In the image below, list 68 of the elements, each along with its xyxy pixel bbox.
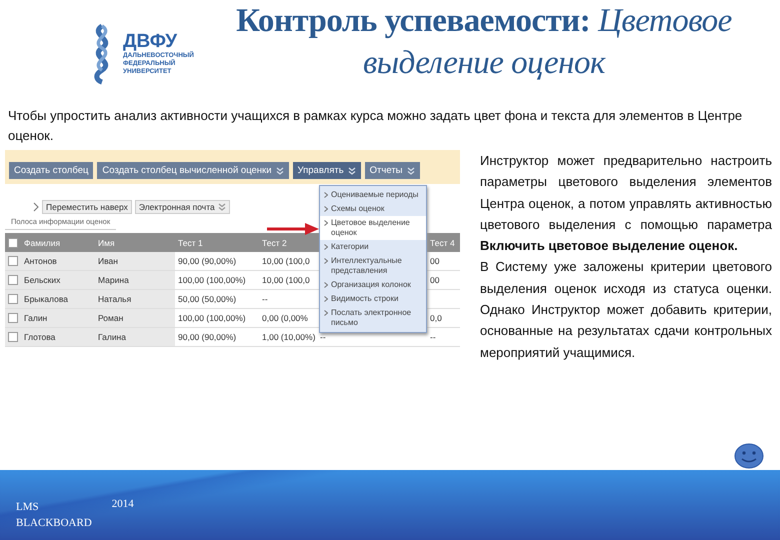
table-cell: 1,00 (10,00%)	[259, 328, 317, 346]
table-cell: 90,00 (90,00%)	[175, 252, 259, 270]
checkbox[interactable]	[8, 332, 18, 342]
table-cell: 00	[430, 256, 440, 266]
footer-year: 2014	[112, 498, 134, 510]
table-cell: Галин	[21, 308, 95, 328]
logo-acronym: ДВФУ	[123, 32, 178, 52]
table-cell: Глотова	[21, 328, 95, 346]
checkbox[interactable]	[8, 238, 18, 248]
chevron-icon	[324, 310, 328, 316]
intro-paragraph: Чтобы упростить анализ активности учащихся в рамках курса можно задать цвет фона и текста для элементов в Центре оценок.	[8, 107, 744, 145]
menu-item[interactable]: Послать электронное письмо	[320, 306, 426, 330]
action-button[interactable]: Переместить наверх	[42, 200, 132, 214]
action-button[interactable]: Электронная почта	[134, 200, 230, 214]
chevron-icon	[324, 282, 328, 288]
table-cell: 100,00 (100,00%)	[175, 270, 259, 290]
chevron-icon	[324, 220, 328, 226]
menu-item[interactable]: Цветовое выделение оценок	[320, 216, 426, 240]
table-cell: Антонов	[21, 252, 95, 270]
table-cell: Брыкалова	[21, 290, 95, 308]
chevron-icon	[324, 192, 328, 198]
table-cell: 00	[430, 275, 440, 285]
double-chevron-icon	[276, 166, 284, 174]
table-cell: Роман	[95, 308, 175, 328]
table-cell: --	[320, 332, 326, 342]
double-chevron-icon	[218, 203, 226, 211]
menu-item[interactable]: Категории	[320, 240, 426, 254]
table-cell: 10,00 (100,0	[259, 252, 317, 270]
double-chevron-icon	[406, 166, 414, 174]
checkbox[interactable]	[8, 256, 18, 266]
menu-item[interactable]: Интеллектуальные представления	[320, 254, 426, 278]
table-cell: Иван	[95, 252, 175, 270]
menu-item[interactable]: Видимость строки	[320, 292, 426, 306]
toolbar-button[interactable]: Создать столбец вычисленной оценки	[97, 162, 289, 179]
table-cell: 10,00 (100,0	[259, 270, 317, 290]
chevron-icon	[324, 244, 328, 250]
table-cell: 0,00 (0,00%	[259, 308, 317, 328]
chevron-icon	[33, 202, 39, 212]
table-cell: Наталья	[95, 290, 175, 308]
table-cell: Галина	[95, 328, 175, 346]
table-cell: --	[430, 332, 436, 342]
chevron-icon	[324, 296, 328, 302]
chevron-icon	[324, 206, 328, 212]
double-chevron-icon	[348, 166, 356, 174]
table-cell: 90,00 (90,00%)	[175, 328, 259, 346]
table-cell: Марина	[95, 270, 175, 290]
table-cell: 100,00 (100,00%)	[175, 308, 259, 328]
table-cell: --	[259, 290, 317, 308]
toolbar-button[interactable]: Отчеты	[364, 162, 420, 179]
toolbar-button[interactable]: Управлять	[292, 162, 361, 179]
table-cell: 0,0	[430, 313, 442, 323]
footer-label: LMS	[16, 501, 40, 513]
table-cell: Бельских	[21, 270, 95, 290]
body-paragraph: Инструктор может предварительно настроить параметры цветового выделения элементов Центра оценок, а потом управлять активностью цветового выделения с помощью параметра Включить цветовое выделение оценок.	[480, 152, 772, 256]
checkbox[interactable]	[8, 275, 18, 285]
smiley-icon	[734, 443, 764, 469]
chevron-icon	[324, 258, 328, 264]
body-paragraph: В Систему уже заложены критерии цветового выделения оценок исходя из статуса оценки. Однако Инструктор может добавить критерии, основанные на результатах сдачи контрольных мероприятий учащимися.	[480, 258, 772, 362]
footer-label: BLACKBOARD	[16, 517, 92, 529]
checkbox[interactable]	[8, 294, 18, 304]
arrow-icon	[267, 223, 319, 235]
menu-item[interactable]: Организация колонок	[320, 278, 426, 292]
toolbar-button[interactable]: Создать столбец	[9, 162, 94, 179]
table-cell: 50,00 (50,00%)	[175, 290, 259, 308]
menu-item[interactable]: Оцениваемые периоды	[320, 188, 426, 202]
menu-item[interactable]: Схемы оценок	[320, 202, 426, 216]
slide-title: Контроль успеваемости: Цветовое выделение оценок	[235, 2, 733, 83]
checkbox[interactable]	[8, 313, 18, 323]
